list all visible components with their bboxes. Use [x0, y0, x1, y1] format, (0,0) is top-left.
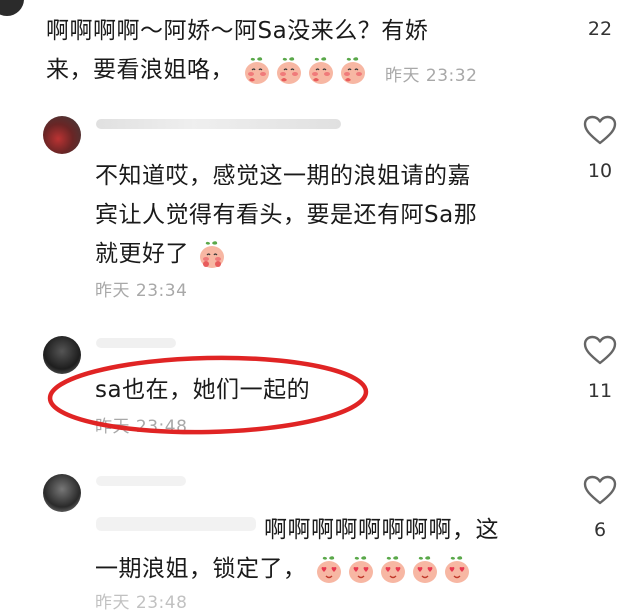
like-count: 11 — [587, 380, 613, 402]
heart-eyes-peach-emoji — [442, 555, 472, 585]
blushing-peach-emoji — [242, 56, 272, 86]
comment-time: 昨天 23:32 — [385, 66, 478, 86]
avatar[interactable] — [43, 474, 81, 512]
blushing-peach-emoji — [306, 56, 336, 86]
blushing-peach-emoji — [274, 56, 304, 86]
comment-text: 不知道哎，感觉这一期的浪姐请的嘉 — [95, 163, 471, 189]
heart-eyes-peach-emoji — [410, 555, 440, 585]
comment-text: 来，要看浪姐咯， — [46, 51, 370, 89]
blushing-peach-emoji — [338, 56, 368, 86]
username-blurred — [96, 119, 341, 129]
comment-text: 啊啊啊啊～阿娇～阿Sa没来么？有娇 — [46, 18, 429, 44]
like-button[interactable] — [582, 114, 618, 146]
like-button[interactable] — [582, 334, 618, 366]
like-count: 22 — [587, 18, 613, 40]
comment-text: 啊啊啊啊啊啊啊啊，这 — [264, 517, 499, 543]
like-count: 6 — [593, 519, 607, 541]
annotation-circle — [46, 355, 376, 443]
like-button[interactable] — [582, 474, 618, 506]
emoji-group — [314, 555, 474, 585]
heart-outline-icon — [583, 335, 617, 365]
heart-eyes-peach-emoji — [378, 555, 408, 585]
comment-time: 昨天 23:34 — [95, 281, 188, 301]
username-blurred — [96, 338, 176, 348]
comment-time: 昨天 23:48 — [95, 593, 188, 613]
avatar[interactable] — [43, 116, 81, 154]
blurred-text — [96, 517, 256, 531]
avatar[interactable] — [0, 0, 24, 16]
heart-outline-icon — [583, 475, 617, 505]
heart-eyes-peach-emoji — [314, 555, 344, 585]
heart-outline-icon — [583, 115, 617, 145]
shy-peach-emoji — [197, 240, 227, 270]
heart-eyes-peach-emoji — [346, 555, 376, 585]
comment-text: 宾让人觉得有看头，要是还有阿Sa那 — [95, 202, 478, 228]
comment-text: 就更好了 — [95, 235, 229, 273]
like-count: 10 — [587, 160, 613, 182]
emoji-group — [242, 56, 370, 86]
comment-text: 一期浪姐，锁定了， — [95, 550, 474, 588]
username-blurred — [96, 476, 186, 486]
